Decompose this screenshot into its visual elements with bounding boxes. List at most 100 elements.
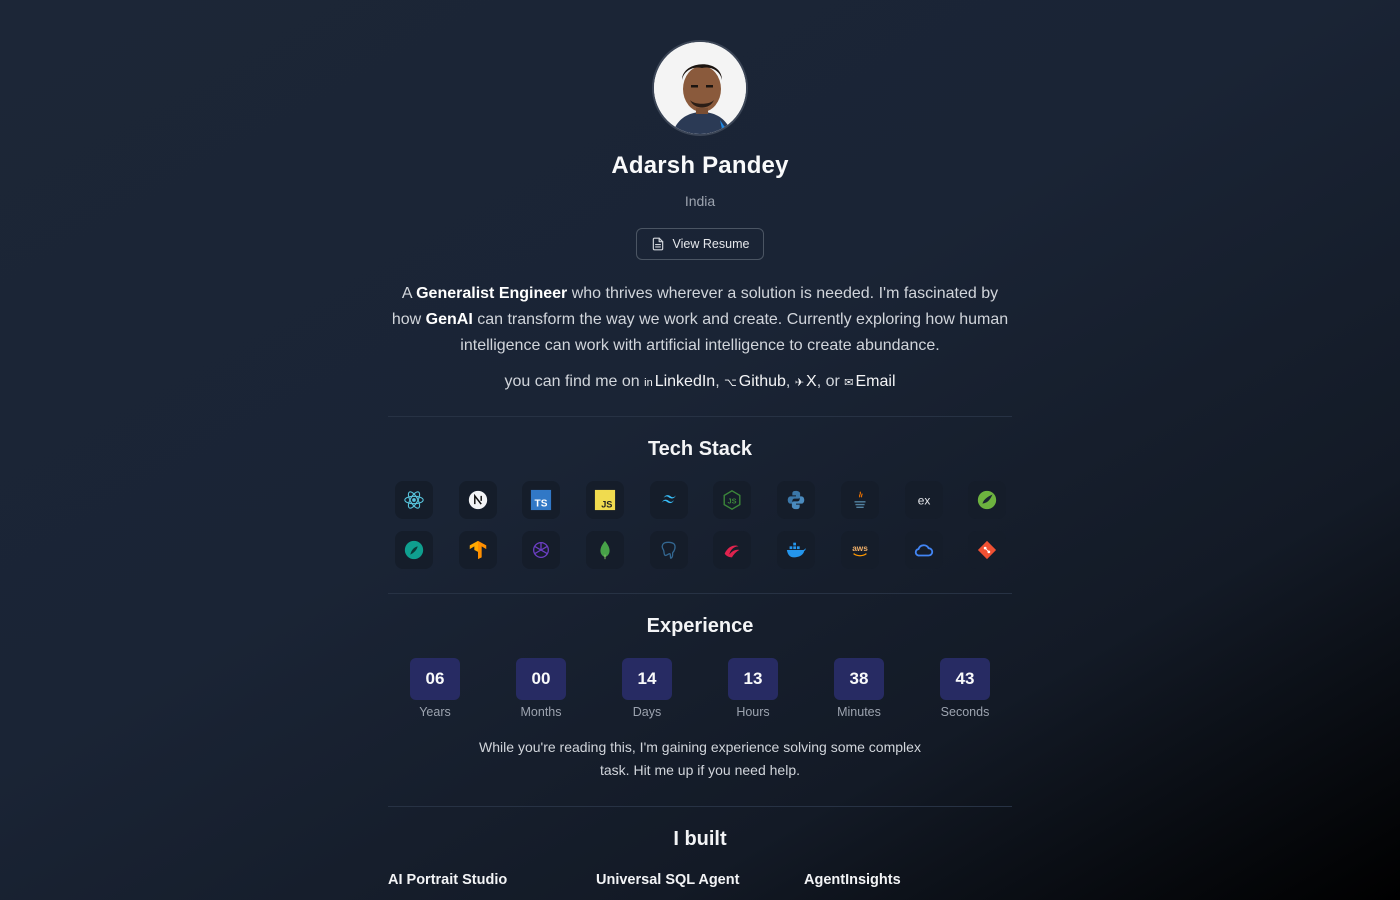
twitter-icon: ✈	[794, 377, 805, 389]
timer-label: Months	[520, 705, 562, 719]
social-prefix: you can find me on	[504, 373, 645, 390]
timer-months: 00 Months	[516, 658, 566, 719]
project-title[interactable]: Universal SQL Agent	[596, 872, 804, 888]
github-link[interactable]: ⌥ Github	[724, 373, 786, 390]
timer-hours: 13 Hours	[728, 658, 778, 719]
timer-value: 13	[728, 658, 778, 700]
timer-value: 00	[516, 658, 566, 700]
view-resume-label: View Resume	[672, 237, 750, 251]
timer-value: 14	[622, 658, 672, 700]
built-heading: I built	[673, 828, 727, 850]
spring-icon	[978, 490, 997, 510]
separator: ,	[785, 373, 795, 390]
view-resume-button[interactable]: View Resume	[636, 228, 764, 260]
timer-label: Hours	[736, 705, 770, 719]
nestjs-icon	[725, 545, 740, 558]
javascript-icon: JS	[594, 489, 616, 511]
tech-tile	[649, 531, 688, 569]
project-title[interactable]: AI Portrait Studio	[388, 872, 596, 888]
x-label: X	[806, 373, 817, 390]
timer-label: Minutes	[837, 705, 881, 719]
tech-tile: JS	[713, 481, 752, 519]
tech-tile	[395, 481, 433, 519]
avatar	[652, 40, 748, 136]
avatar-photo	[654, 42, 746, 134]
tailwind-icon	[661, 495, 676, 504]
tech-tile	[649, 481, 688, 519]
tech-tile	[586, 531, 625, 569]
bio-text: A	[401, 285, 417, 302]
tech-stack-heading: Tech Stack	[647, 438, 753, 460]
tech-tile: TS	[522, 481, 561, 519]
experience-timer: 06 Years 00 Months 14 Days 13 Hours 38 M…	[410, 658, 990, 719]
nodejs-icon: JS	[723, 490, 741, 510]
project-title[interactable]: AgentInsights	[804, 872, 1012, 888]
github-label: Github	[738, 373, 786, 390]
tech-stack-grid: TS JS JS ex aws	[395, 481, 1007, 569]
gcp-icon	[914, 544, 933, 557]
svg-text:ex: ex	[917, 494, 930, 508]
timer-minutes: 38 Minutes	[834, 658, 884, 719]
linkedin-link[interactable]: in LinkedIn	[644, 373, 715, 390]
email-link[interactable]: ✉ Email	[844, 373, 895, 390]
experience-note: While you're reading this, I'm gaining e…	[479, 739, 921, 778]
timer-label: Years	[419, 705, 451, 719]
tech-tile	[968, 531, 1007, 569]
separator: ,	[715, 373, 725, 390]
social-links-line: you can find me on in LinkedIn, ⌥ Github , …	[388, 373, 1012, 391]
svg-text:TS: TS	[535, 498, 548, 509]
tech-tile	[458, 531, 497, 569]
postgresql-icon	[661, 541, 676, 560]
docker-icon	[786, 542, 806, 558]
timer-days: 14 Days	[622, 658, 672, 719]
divider	[388, 806, 1012, 807]
experience-heading: Experience	[646, 615, 754, 637]
document-icon	[652, 237, 663, 251]
linkedin-icon: in	[644, 377, 653, 389]
mail-icon: ✉	[844, 377, 854, 389]
tech-tile	[840, 481, 879, 519]
bio-paragraph: A Generalist Engineer who thrives wherev…	[388, 281, 1012, 359]
timer-value: 43	[940, 658, 990, 700]
tech-tile	[968, 481, 1007, 519]
tensorflow-icon	[469, 540, 486, 560]
timer-value: 38	[834, 658, 884, 700]
python-icon	[787, 490, 805, 510]
bio-text: can transform the way we work and create…	[460, 311, 1009, 354]
github-icon: ⌥	[724, 377, 737, 389]
tech-tile	[458, 481, 497, 519]
timer-label: Seconds	[940, 705, 990, 719]
separator: , or	[816, 373, 845, 390]
bio-highlight-genai: GenAI	[425, 311, 473, 328]
tech-tile	[522, 531, 561, 569]
tech-tile	[777, 531, 816, 569]
express-icon: ex	[917, 494, 930, 508]
linkedin-label: LinkedIn	[654, 373, 716, 390]
tech-tile	[395, 531, 433, 569]
tech-tile: ex	[904, 481, 943, 519]
timer-seconds: 43 Seconds	[940, 658, 990, 719]
typescript-icon: TS	[531, 489, 552, 511]
profile-name: Adarsh Pandey	[611, 152, 789, 179]
aws-icon: aws	[852, 544, 868, 557]
tech-tile	[777, 481, 816, 519]
divider	[388, 416, 1012, 417]
timer-label: Days	[632, 705, 662, 719]
profile-location: India	[684, 193, 716, 209]
x-link[interactable]: ✈ X	[795, 373, 817, 390]
email-label: Email	[855, 373, 896, 390]
tech-tile: JS	[586, 481, 625, 519]
profile-page: Adarsh Pandey India View Resume A Genera…	[388, 0, 1012, 900]
nextjs-icon	[468, 490, 487, 510]
java-icon	[854, 491, 866, 509]
feather-icon	[404, 540, 424, 560]
tech-tile: aws	[840, 531, 879, 569]
openai-icon	[533, 542, 550, 558]
mongodb-icon	[600, 540, 610, 560]
tech-tile	[904, 531, 943, 569]
svg-text:aws: aws	[852, 544, 868, 553]
projects-row: AI Portrait Studio Universal SQL Agent A…	[388, 872, 1012, 888]
divider	[388, 593, 1012, 594]
tech-tile	[713, 531, 752, 569]
svg-text:JS: JS	[601, 499, 612, 509]
